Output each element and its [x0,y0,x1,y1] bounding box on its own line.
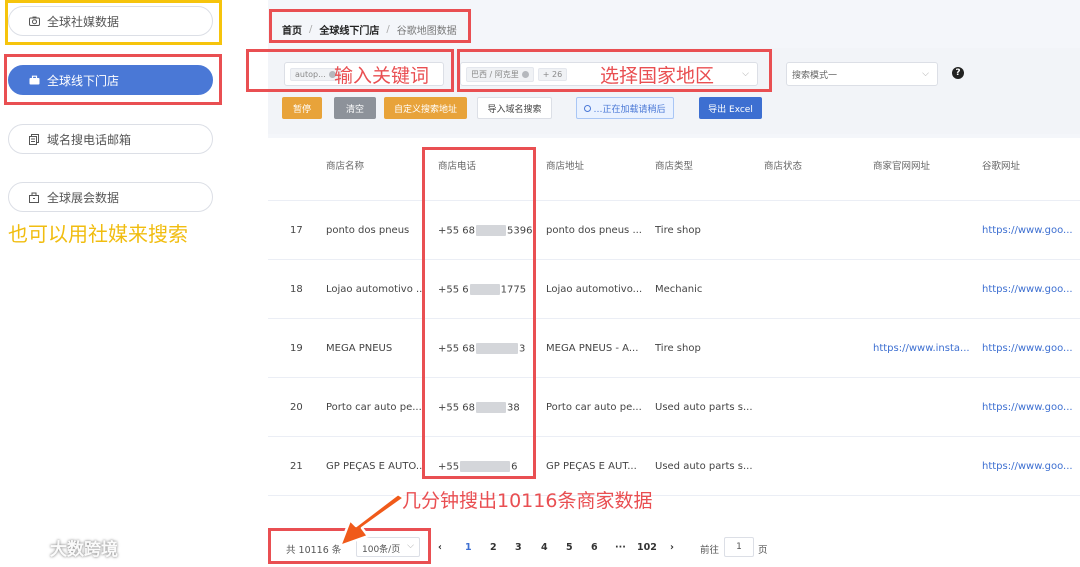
sidebar-item-exhibition[interactable]: 全球展会数据 [8,182,213,212]
custom-address-button[interactable]: 自定义搜索地址 [384,97,467,119]
column-header: 商店状态 [764,161,803,172]
store-address: GP PEÇAS E AUT... [546,461,637,472]
store-name: Porto car auto pe... [326,402,422,413]
loading-spinner-icon [584,104,592,112]
bag-icon [28,191,40,203]
store-name: MEGA PNEUS [326,343,393,354]
annotation-keyword: 输入关键词 [334,65,430,87]
results-table: 商店名称 商店电话 商店地址 商店类型 商店状态 商家官网网址 谷歌网址 17 … [268,138,1080,528]
highlight-social-media [5,0,222,45]
column-header: 商家官网网址 [873,161,931,172]
import-domain-button[interactable]: 导入域名搜索 [477,97,552,119]
help-icon[interactable]: ? [952,67,964,79]
table-row[interactable]: 19 MEGA PNEUS +55 68 3 MEGA PNEUS - A... … [268,318,1080,377]
search-mode-value: 搜索模式一 [792,70,838,81]
page-next-icon[interactable]: › [670,542,674,553]
column-header: 商店名称 [326,161,365,172]
column-header: 商店地址 [546,161,585,172]
store-name: GP PEÇAS E AUTO... [326,461,426,472]
row-number: 21 [290,461,303,472]
row-number: 20 [290,402,303,413]
page-button[interactable]: 4 [541,542,548,553]
table-row[interactable]: 18 Lojao automotivo ... +55 6 1775 Lojao … [268,259,1080,318]
row-number: 19 [290,343,303,354]
page-button[interactable]: 6 [591,542,598,553]
search-mode-select[interactable]: 搜索模式一 ⌵ [786,62,938,86]
store-type: Tire shop [655,225,701,236]
pause-button[interactable]: 暂停 [282,97,322,119]
store-name: ponto dos pneus [326,225,410,236]
store-type: Tire shop [655,343,701,354]
page-button[interactable]: 102 [637,542,657,553]
table-row[interactable]: 20 Porto car auto pe... +55 68 38 Porto c… [268,377,1080,436]
google-link[interactable]: https://www.goo... [982,402,1080,413]
chevron-down-icon: ⌵ [922,69,929,79]
website-link[interactable]: https://www.insta... [873,343,973,354]
store-address: Porto car auto pe... [546,402,642,413]
store-name: Lojao automotivo ... [326,284,426,295]
highlight-offline-stores [4,54,222,105]
annotation-result: 几分钟搜出10116条商家数据 [402,490,653,512]
store-type: Mechanic [655,284,703,295]
page-button[interactable]: 3 [515,542,522,553]
export-excel-button[interactable]: 导出 Excel [699,97,762,119]
store-address: ponto dos pneus ... [546,225,642,236]
store-type: Used auto parts s... [655,402,753,413]
table-row[interactable]: 21 GP PEÇAS E AUTO... +55 6 GP PEÇAS E AU… [268,436,1080,495]
highlight-phone-column [422,147,536,479]
annotation-social: 也可以用社媒来搜索 [8,222,188,246]
page-unit-label: 页 [758,545,768,556]
goto-page-input[interactable]: 1 [724,537,754,557]
row-number: 18 [290,284,303,295]
page-button[interactable]: 5 [566,542,573,553]
sidebar-item-label: 全球展会数据 [47,190,120,205]
page-prev-icon[interactable]: ‹ [438,542,442,553]
sidebar-item-label: 域名搜电话邮箱 [47,132,132,147]
loading-button: …正在加载请稍后 [576,97,674,119]
page-button[interactable]: 2 [490,542,497,553]
page-ellipsis[interactable]: ··· [615,542,626,553]
watermark: 大数跨境 [10,535,118,560]
google-link[interactable]: https://www.goo... [982,343,1080,354]
google-link[interactable]: https://www.goo... [982,284,1080,295]
watermark-logo-icon [11,538,42,557]
google-link[interactable]: https://www.goo... [982,461,1080,472]
sidebar-item-domain-search[interactable]: 域名搜电话邮箱 [8,124,213,154]
annotation-region: 选择国家地区 [600,65,715,87]
table-header: 商店名称 商店电话 商店地址 商店类型 商店状态 商家官网网址 谷歌网址 [268,138,1080,190]
page-button[interactable]: 1 [465,542,472,553]
store-address: MEGA PNEUS - A... [546,343,639,354]
arrow-icon [338,492,406,548]
column-header: 谷歌网址 [982,161,1021,172]
goto-label: 前往 [700,545,720,556]
highlight-breadcrumb [269,9,471,43]
clear-button[interactable]: 清空 [334,97,376,119]
column-header: 商店类型 [655,161,694,172]
store-address: Lojao automotivo... [546,284,643,295]
row-number: 17 [290,225,303,236]
store-type: Used auto parts s... [655,461,753,472]
google-link[interactable]: https://www.goo... [982,225,1080,236]
table-row[interactable]: 17 ponto dos pneus +55 68 5396 ponto dos … [268,200,1080,259]
document-icon [28,133,40,145]
